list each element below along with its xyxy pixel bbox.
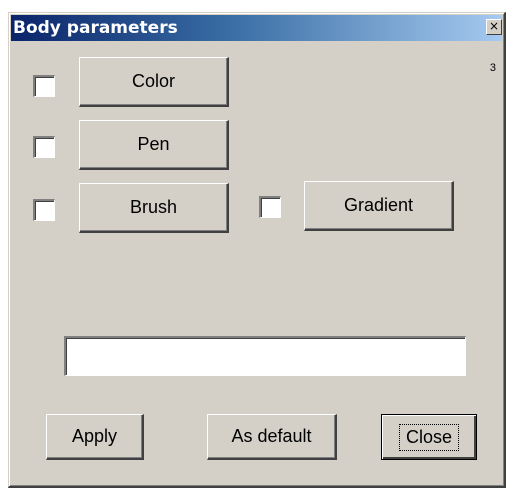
body-parameters-dialog: Body parameters × 3 Color Pen Brush Grad… bbox=[8, 12, 506, 488]
gradient-button[interactable]: Gradient bbox=[304, 181, 454, 231]
brush-checkbox[interactable] bbox=[33, 199, 55, 221]
pen-button[interactable]: Pen bbox=[79, 120, 229, 170]
pen-checkbox[interactable] bbox=[33, 136, 55, 158]
close-button[interactable]: Close bbox=[381, 414, 477, 460]
parameter-text-field[interactable] bbox=[64, 336, 466, 376]
title-bar[interactable]: Body parameters × bbox=[11, 15, 502, 41]
brush-button[interactable]: Brush bbox=[79, 183, 229, 233]
color-checkbox[interactable] bbox=[33, 75, 55, 97]
gradient-checkbox[interactable] bbox=[259, 196, 281, 218]
corner-number: 3 bbox=[489, 62, 496, 74]
apply-button[interactable]: Apply bbox=[46, 414, 144, 460]
as-default-button[interactable]: As default bbox=[207, 414, 337, 460]
close-button-label: Close bbox=[398, 423, 460, 451]
window-title: Body parameters bbox=[13, 18, 178, 38]
color-button[interactable]: Color bbox=[79, 57, 229, 107]
close-window-icon[interactable]: × bbox=[486, 19, 502, 35]
